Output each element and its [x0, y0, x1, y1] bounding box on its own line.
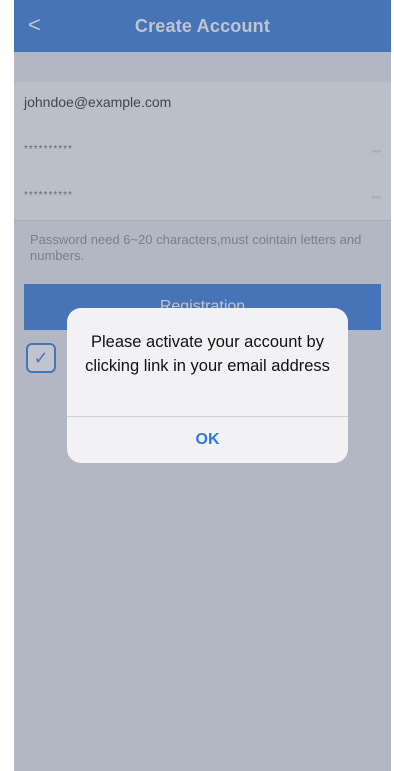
- app-screen: < Create Account johndoe@example.com ***…: [14, 0, 391, 771]
- activation-dialog: Please activate your account by clicking…: [67, 308, 348, 463]
- ok-button[interactable]: OK: [67, 417, 348, 463]
- dialog-message: Please activate your account by clicking…: [85, 333, 330, 375]
